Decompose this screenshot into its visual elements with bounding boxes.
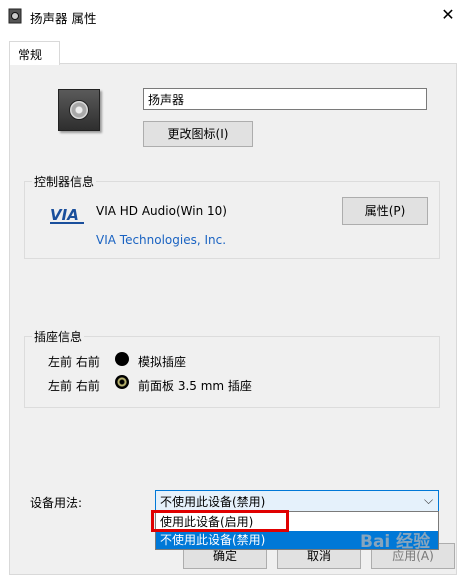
via-logo-icon: VIA <box>50 206 84 224</box>
window-title: 扬声器 属性 <box>30 11 97 26</box>
jack-name: 模拟插座 <box>138 355 187 369</box>
device-usage-select[interactable]: 不使用此设备(禁用) <box>155 490 439 512</box>
device-usage-label: 设备用法: <box>30 496 83 510</box>
close-button[interactable]: ✕ <box>437 4 459 26</box>
controller-info-label: 控制器信息 <box>32 173 97 190</box>
chevron-down-icon[interactable]: ⌵ <box>424 493 433 508</box>
tab-general[interactable]: 常规 <box>9 41 60 65</box>
tab-general-label: 常规 <box>18 48 43 62</box>
change-icon-button[interactable]: 更改图标(I) <box>143 121 253 147</box>
jack-position: 左前 右前 <box>48 355 100 369</box>
speaker-app-icon <box>8 8 22 24</box>
svg-text:VIA: VIA <box>50 206 79 224</box>
device-name-input[interactable] <box>143 88 427 110</box>
jack-empty-icon <box>115 352 129 366</box>
jack-plug-icon <box>115 375 129 389</box>
jack-name: 前面板 3.5 mm 插座 <box>138 379 252 393</box>
jack-info-group <box>24 336 440 408</box>
annotation-highlight-box <box>151 510 289 532</box>
controller-vendor: VIA Technologies, Inc. <box>96 233 227 247</box>
controller-device-name: VIA HD Audio(Win 10) <box>96 204 227 218</box>
speaker-cone-icon <box>69 100 89 120</box>
jack-position: 左前 右前 <box>48 379 100 393</box>
watermark-logo: Bai 经验 <box>360 532 431 552</box>
properties-button[interactable]: 属性(P) <box>342 197 428 225</box>
jack-info-label: 插座信息 <box>32 328 85 345</box>
